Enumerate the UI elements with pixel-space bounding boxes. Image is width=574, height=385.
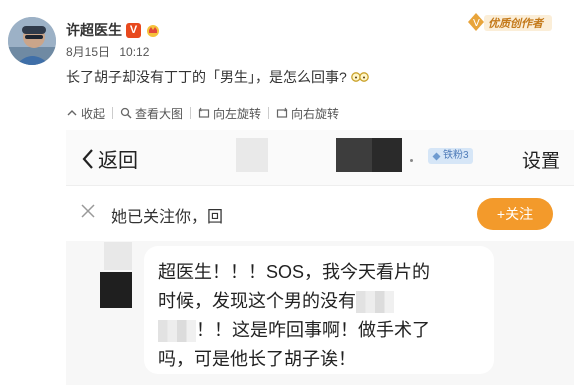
magnifier-icon (120, 107, 132, 119)
crown-icon (147, 25, 159, 37)
rotate-right-icon (276, 107, 288, 118)
fans-badge: 铁粉3 (428, 148, 473, 164)
message-line-4: 吗，可是他长了胡子诶！ (158, 349, 356, 369)
view-large-label: 查看大图 (135, 106, 184, 121)
collapse-icon (67, 110, 77, 116)
post-author[interactable]: 许超医生 V (66, 20, 161, 40)
message-line-1: 超医生！！！SOS，我今天看片的 (158, 262, 431, 282)
post-text-row: 长了胡子却没有丁丁的「男生」，是怎么回事? (66, 67, 369, 87)
settings-label: 设置 (521, 151, 560, 172)
message-line-2: 时候，发现这个男的没有 (158, 291, 356, 311)
brand-badge-label: 优质创作者 (488, 17, 545, 30)
rotate-left-icon (198, 107, 210, 118)
embedded-screenshot[interactable]: 返回 铁粉3 设置 她已关注你，回 +关注 超医生！！！SOS，我今天看片的 时… (66, 130, 574, 385)
author-avatar[interactable] (8, 17, 56, 65)
rotate-right-button[interactable]: 向右旋转 (276, 105, 339, 122)
mosaic-censor (158, 320, 196, 343)
svg-text:V: V (473, 18, 480, 29)
back-button: 返回 (80, 144, 138, 173)
back-chevron-icon (82, 148, 93, 169)
fans-badge-label: 铁粉3 (443, 150, 469, 161)
collapse-label: 收起 (81, 106, 106, 121)
author-name[interactable]: 许超医生 (66, 20, 122, 40)
message-bubble: 超医生！！！SOS，我今天看片的 时候，发现这个男的没有 ！！这是咋回事啊！做手… (144, 246, 494, 374)
follow-notice-text: 她已关注你，回 (111, 209, 224, 226)
post-time[interactable]: 10:12 (119, 45, 149, 59)
glasses-emoji-icon (350, 72, 369, 82)
post-meta: 8月15日 10:12 (66, 43, 149, 60)
follow-button: +关注 (477, 198, 553, 230)
diamond-icon (432, 152, 441, 160)
image-action-bar: 收起 查看大图 向左旋转 向右旋转 (66, 104, 339, 122)
rotate-right-label: 向右旋转 (291, 106, 340, 121)
rotate-left-button[interactable]: 向左旋转 (198, 105, 261, 122)
blurred-avatar (104, 242, 132, 270)
dot (410, 159, 413, 162)
collapse-button[interactable]: 收起 (66, 105, 105, 122)
verified-icon: V (126, 22, 141, 38)
post-date[interactable]: 8月15日 (66, 45, 110, 59)
quality-creator-badge: V 优质创作者 (468, 13, 552, 31)
rotate-left-label: 向左旋转 (213, 106, 262, 121)
back-label: 返回 (98, 150, 138, 172)
view-large-button[interactable]: 查看大图 (120, 105, 183, 122)
follow-notice-bar: 她已关注你，回 +关注 (66, 186, 574, 241)
chat-header: 返回 铁粉3 设置 (66, 130, 574, 186)
mosaic-censor (356, 291, 394, 314)
post-text: 长了胡子却没有丁丁的「男生」，是怎么回事? (66, 69, 347, 85)
blurred-avatar (100, 272, 132, 308)
close-icon (81, 204, 95, 218)
message-line-3: ！！这是咋回事啊！做手术了 (196, 320, 430, 340)
blurred-name-block (236, 138, 268, 172)
blurred-name-block (372, 138, 402, 172)
